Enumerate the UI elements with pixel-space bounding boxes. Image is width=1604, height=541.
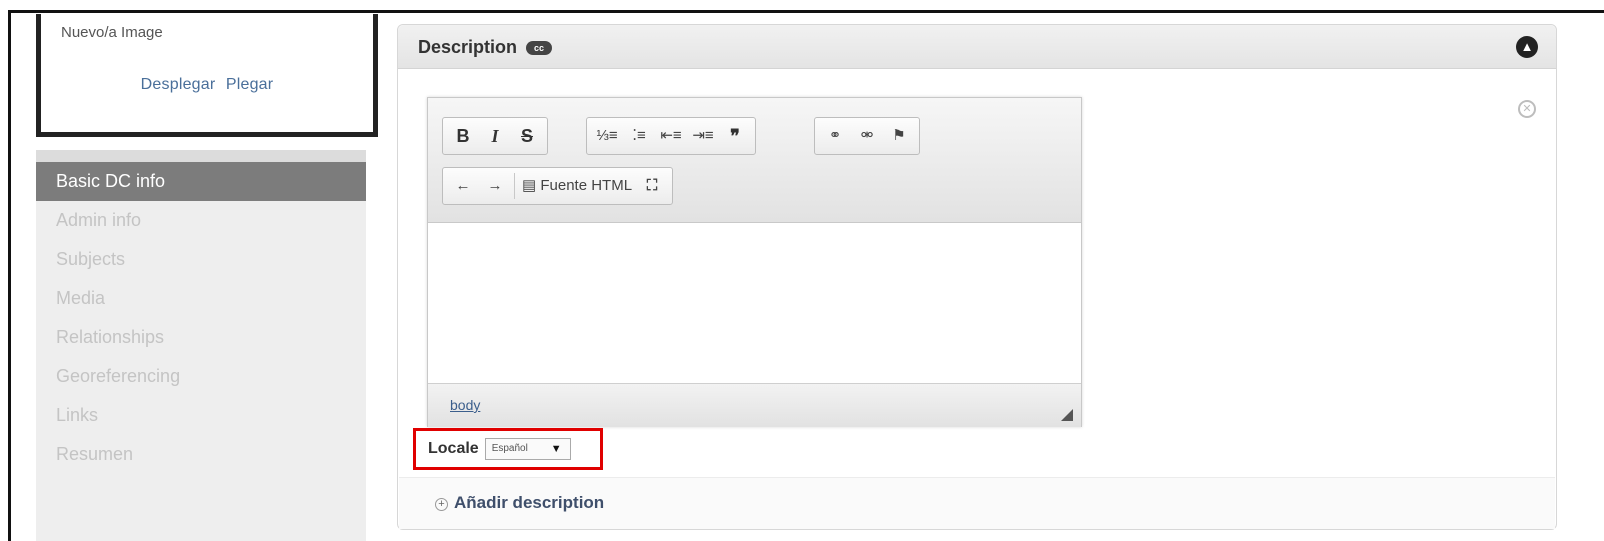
bulleted-list-icon[interactable]: ⁚≡ — [623, 121, 655, 151]
redo-icon[interactable]: → — [479, 171, 511, 201]
format-group: B I S — [442, 117, 548, 155]
outdent-icon[interactable]: ⇤≡ — [655, 121, 687, 151]
rich-text-editor: B I S ⅓≡ ⁚≡ ⇤≡ ⇥≡ ❞ ⚭ ⚮ ⚑ ← → ▤ Fuente H… — [427, 97, 1082, 427]
expand-link[interactable]: Desplegar — [141, 76, 216, 93]
history-group: ← → ▤ Fuente HTML ⛶ — [442, 167, 674, 205]
tab-georeferencing[interactable]: Georeferencing — [36, 357, 366, 396]
panel-title: Description cc — [418, 37, 553, 58]
locale-field: Locale Español ▼ — [413, 428, 603, 470]
tab-admin-info[interactable]: Admin info — [36, 201, 366, 240]
tab-links[interactable]: Links — [36, 396, 366, 435]
list-group: ⅓≡ ⁚≡ ⇤≡ ⇥≡ ❞ — [586, 117, 756, 155]
editor-body-area[interactable] — [428, 223, 1081, 383]
vertical-tabs-sidebar: Basic DC info Admin info Subjects Media … — [36, 150, 366, 541]
source-doc-icon: ▤ — [522, 177, 537, 194]
remove-icon[interactable]: ✕ — [1518, 100, 1536, 118]
collapse-up-icon[interactable]: ▲ — [1516, 36, 1538, 58]
unlink-icon[interactable]: ⚮ — [851, 121, 883, 151]
anchor-flag-icon[interactable]: ⚑ — [883, 121, 915, 151]
node-title: Nuevo/a Image — [61, 24, 163, 41]
add-description-row: + Añadir description — [399, 477, 1555, 529]
source-button[interactable]: ▤ Fuente HTML — [518, 171, 636, 201]
node-summary-box: Nuevo/a Image Desplegar Plegar — [36, 14, 378, 137]
cc-icon: cc — [526, 41, 553, 55]
numbered-list-icon[interactable]: ⅓≡ — [591, 121, 623, 151]
editor-status-bar: body — [428, 383, 1081, 427]
italic-button[interactable]: I — [479, 121, 511, 151]
panel-header[interactable]: Description cc ▲ — [398, 25, 1556, 69]
node-links: Desplegar Plegar — [41, 76, 373, 94]
strikethrough-button[interactable]: S — [511, 121, 543, 151]
link-group: ⚭ ⚮ ⚑ — [814, 117, 920, 155]
undo-icon[interactable]: ← — [447, 171, 479, 201]
plus-circle-icon: + — [435, 498, 448, 511]
bold-button[interactable]: B — [447, 121, 479, 151]
collapse-link[interactable]: Plegar — [226, 76, 273, 93]
add-description-link[interactable]: + Añadir description — [435, 493, 604, 513]
tab-media[interactable]: Media — [36, 279, 366, 318]
add-description-label: Añadir description — [454, 493, 605, 512]
source-label: Fuente HTML — [540, 177, 633, 194]
tab-subjects[interactable]: Subjects — [36, 240, 366, 279]
locale-select[interactable]: Español ▼ — [484, 438, 571, 460]
dropdown-arrow-icon: ▼ — [550, 443, 562, 455]
toolbar-separator — [514, 173, 515, 199]
tab-relationships[interactable]: Relationships — [36, 318, 366, 357]
locale-selected-value: Español — [491, 443, 528, 454]
blockquote-icon[interactable]: ❞ — [719, 121, 751, 151]
tab-basic-dc-info[interactable]: Basic DC info — [36, 162, 366, 201]
tab-resumen[interactable]: Resumen — [36, 435, 366, 474]
description-panel: Description cc ▲ ✕ B I S ⅓≡ ⁚≡ ⇤≡ ⇥≡ ❞ ⚭… — [397, 24, 1557, 530]
element-path-link[interactable]: body — [450, 397, 480, 413]
locale-label: Locale — [428, 440, 479, 457]
indent-icon[interactable]: ⇥≡ — [687, 121, 719, 151]
editor-toolbar: B I S ⅓≡ ⁚≡ ⇤≡ ⇥≡ ❞ ⚭ ⚮ ⚑ ← → ▤ Fuente H… — [428, 98, 1081, 223]
link-icon[interactable]: ⚭ — [819, 121, 851, 151]
panel-title-text: Description — [418, 37, 518, 57]
resize-handle-icon[interactable] — [1061, 409, 1073, 421]
maximize-icon[interactable]: ⛶ — [636, 171, 668, 201]
